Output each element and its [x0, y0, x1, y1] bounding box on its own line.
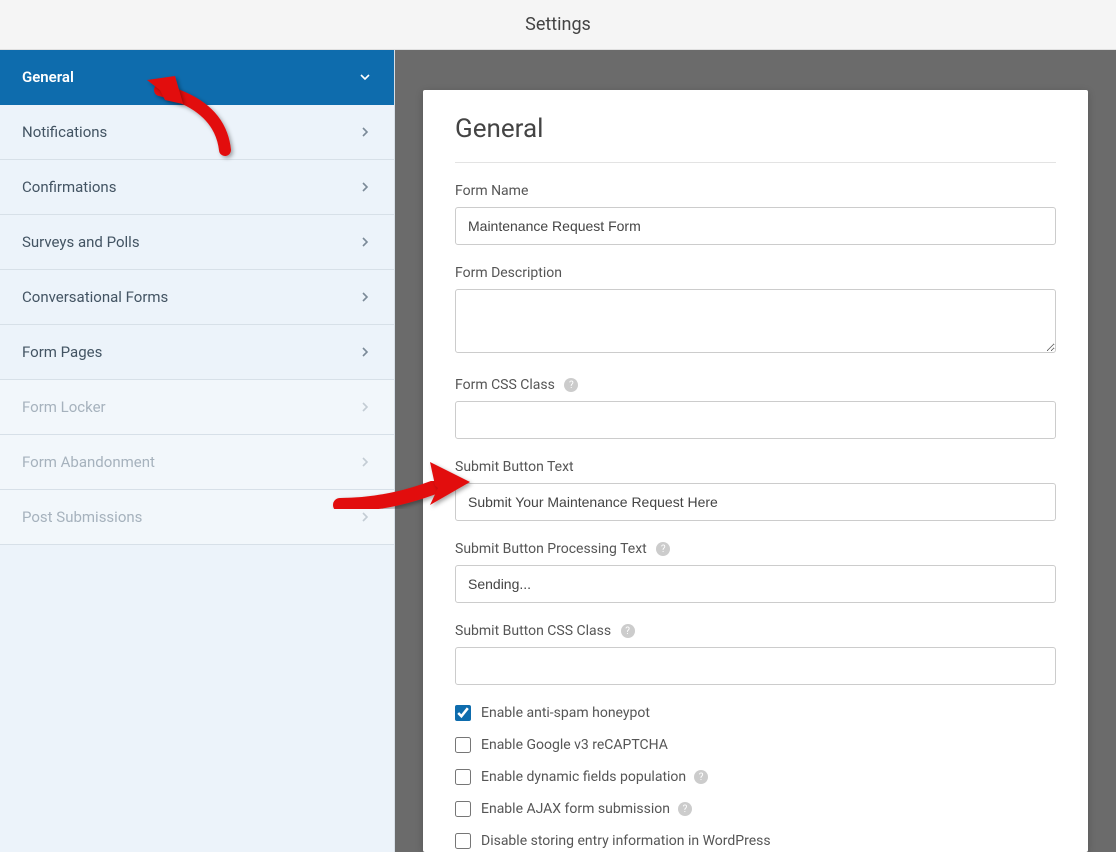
checkbox-ajax[interactable] [455, 801, 471, 817]
sidebar-item-label: Surveys and Polls [22, 233, 140, 251]
sidebar-item-label: General [22, 68, 74, 86]
help-icon[interactable]: ? [678, 802, 692, 816]
sidebar-item-label: Form Pages [22, 343, 102, 361]
checkbox-dynamic[interactable] [455, 769, 471, 785]
form-desc-input[interactable] [455, 289, 1056, 353]
form-css-input[interactable] [455, 401, 1056, 439]
chevron-right-icon [358, 290, 372, 304]
sidebar-item-post-submissions[interactable]: Post Submissions [0, 490, 394, 545]
form-name-label: Form Name [455, 183, 1056, 199]
submit-css-label: Submit Button CSS Class ? [455, 623, 1056, 639]
chevron-right-icon [358, 125, 372, 139]
checkbox-ajax-row[interactable]: Enable AJAX form submission ? [455, 801, 1056, 817]
general-panel: General Form Name Form Description Form … [423, 90, 1088, 852]
checkbox-recaptcha[interactable] [455, 737, 471, 753]
help-icon[interactable]: ? [694, 770, 708, 784]
chevron-right-icon [358, 510, 372, 524]
submit-proc-input[interactable] [455, 565, 1056, 603]
chevron-right-icon [358, 180, 372, 194]
sidebar-item-surveys[interactable]: Surveys and Polls [0, 215, 394, 270]
sidebar-item-general[interactable]: General [0, 50, 394, 105]
submit-text-input[interactable] [455, 483, 1056, 521]
checkbox-label: Enable Google v3 reCAPTCHA [481, 737, 668, 753]
checkbox-label: Enable AJAX form submission [481, 801, 670, 817]
form-css-label: Form CSS Class ? [455, 377, 1056, 393]
page-header: Settings [0, 0, 1116, 50]
sidebar-item-form-pages[interactable]: Form Pages [0, 325, 394, 380]
sidebar-item-label: Form Locker [22, 398, 106, 416]
checkbox-label: Enable dynamic fields population [481, 769, 686, 785]
checkbox-honeypot[interactable] [455, 705, 471, 721]
sidebar-item-confirmations[interactable]: Confirmations [0, 160, 394, 215]
chevron-right-icon [358, 455, 372, 469]
checkbox-disable-storing[interactable] [455, 833, 471, 849]
chevron-right-icon [358, 345, 372, 359]
panel-title: General [455, 114, 1056, 163]
sidebar-item-conversational[interactable]: Conversational Forms [0, 270, 394, 325]
sidebar-item-form-abandonment[interactable]: Form Abandonment [0, 435, 394, 490]
sidebar-item-label: Form Abandonment [22, 453, 155, 471]
checkbox-honeypot-row[interactable]: Enable anti-spam honeypot [455, 705, 1056, 721]
checkbox-label: Enable anti-spam honeypot [481, 705, 650, 721]
form-name-input[interactable] [455, 207, 1056, 245]
main-content: General Form Name Form Description Form … [395, 50, 1116, 852]
settings-sidebar: General Notifications Confirmations Surv… [0, 50, 395, 852]
submit-css-input[interactable] [455, 647, 1056, 685]
sidebar-item-label: Confirmations [22, 178, 116, 196]
page-title: Settings [525, 14, 591, 35]
form-desc-label: Form Description [455, 265, 1056, 281]
help-icon[interactable]: ? [621, 624, 635, 638]
checkbox-recaptcha-row[interactable]: Enable Google v3 reCAPTCHA [455, 737, 1056, 753]
sidebar-item-label: Notifications [22, 123, 107, 141]
sidebar-item-form-locker[interactable]: Form Locker [0, 380, 394, 435]
submit-proc-label: Submit Button Processing Text ? [455, 541, 1056, 557]
sidebar-item-notifications[interactable]: Notifications [0, 105, 394, 160]
checkbox-label: Disable storing entry information in Wor… [481, 833, 771, 849]
help-icon[interactable]: ? [564, 378, 578, 392]
checkbox-dynamic-row[interactable]: Enable dynamic fields population ? [455, 769, 1056, 785]
sidebar-item-label: Conversational Forms [22, 288, 168, 306]
checkbox-disable-storing-row[interactable]: Disable storing entry information in Wor… [455, 833, 1056, 849]
chevron-right-icon [358, 235, 372, 249]
sidebar-item-label: Post Submissions [22, 508, 142, 526]
chevron-right-icon [358, 400, 372, 414]
chevron-down-icon [358, 70, 372, 84]
submit-text-label: Submit Button Text [455, 459, 1056, 475]
help-icon[interactable]: ? [656, 542, 670, 556]
